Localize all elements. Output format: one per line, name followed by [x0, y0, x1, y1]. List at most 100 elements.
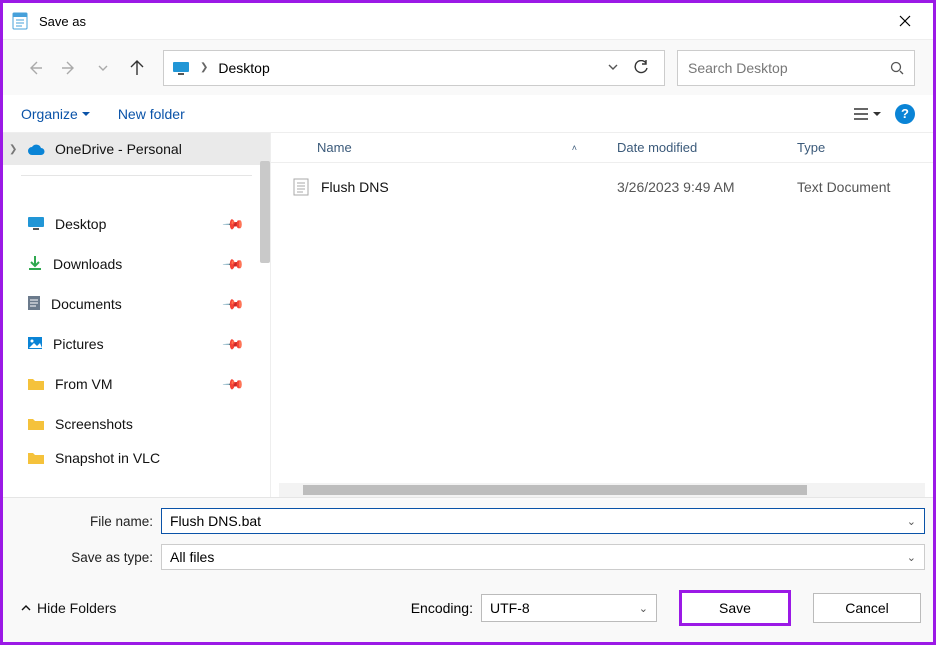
- text-file-icon: [293, 178, 309, 196]
- breadcrumb-separator-icon: ❯: [200, 62, 208, 73]
- window-title: Save as: [39, 14, 885, 29]
- search-input[interactable]: Search Desktop: [677, 50, 915, 86]
- filename-input[interactable]: Flush DNS.bat ⌄: [161, 508, 925, 534]
- sidebar-divider: [21, 175, 252, 176]
- address-dropdown-button[interactable]: [608, 59, 618, 77]
- arrow-left-icon: [27, 60, 43, 76]
- sidebar-item-documents[interactable]: Documents 📌: [3, 284, 270, 324]
- file-list: Name ˄ Date modified Type Flush DNS 3/26…: [271, 133, 933, 497]
- titlebar: Save as: [3, 3, 933, 39]
- body: ❯ OneDrive - Personal Desktop 📌 Download…: [3, 133, 933, 497]
- chevron-up-icon: [21, 603, 31, 613]
- folder-icon: [27, 451, 45, 465]
- chevron-right-icon[interactable]: ❯: [9, 144, 17, 155]
- pin-icon: 📌: [221, 252, 245, 276]
- refresh-button[interactable]: [626, 60, 656, 76]
- view-options-button[interactable]: [853, 107, 881, 121]
- sidebar-item-label: From VM: [55, 376, 113, 392]
- arrow-right-icon: [61, 60, 77, 76]
- sidebar: ❯ OneDrive - Personal Desktop 📌 Download…: [3, 133, 271, 497]
- folder-icon: [27, 377, 45, 391]
- chevron-down-icon: ⌄: [639, 602, 648, 615]
- organize-label: Organize: [21, 106, 78, 122]
- notepad-icon: [11, 12, 29, 30]
- breadcrumb-item[interactable]: Desktop: [218, 60, 269, 76]
- chevron-down-icon: [608, 62, 618, 72]
- sidebar-item-label: Snapshot in VLC: [55, 450, 160, 466]
- close-button[interactable]: [885, 6, 925, 36]
- hide-folders-label: Hide Folders: [37, 600, 116, 616]
- chevron-down-icon: [98, 63, 108, 73]
- search-placeholder: Search Desktop: [688, 60, 788, 76]
- file-name: Flush DNS: [321, 179, 389, 195]
- cancel-button[interactable]: Cancel: [813, 593, 921, 623]
- pin-icon: 📌: [221, 292, 245, 316]
- new-folder-button[interactable]: New folder: [118, 106, 185, 122]
- horizontal-scrollbar[interactable]: [279, 483, 925, 497]
- forward-button[interactable]: [55, 54, 83, 82]
- hide-folders-button[interactable]: Hide Folders: [15, 600, 116, 616]
- sidebar-item-label: Pictures: [53, 336, 104, 352]
- saveastype-value: All files: [170, 549, 214, 565]
- sort-caret-icon: ˄: [572, 143, 577, 153]
- saveastype-input[interactable]: All files ⌄: [161, 544, 925, 570]
- sidebar-item-label: Downloads: [53, 256, 122, 272]
- search-icon: [890, 61, 904, 75]
- monitor-icon: [27, 216, 45, 233]
- sidebar-item-label: OneDrive - Personal: [55, 141, 182, 157]
- pin-icon: 📌: [221, 372, 245, 396]
- sidebar-item-pictures[interactable]: Pictures 📌: [3, 324, 270, 364]
- cloud-icon: [27, 143, 45, 155]
- download-icon: [27, 255, 43, 274]
- bottom-panel: File name: Flush DNS.bat ⌄ Save as type:…: [3, 497, 933, 642]
- encoding-label: Encoding:: [411, 600, 473, 616]
- sidebar-item-snapshotvlc[interactable]: Snapshot in VLC: [3, 444, 270, 472]
- recent-locations-button[interactable]: [89, 54, 117, 82]
- toolbar: Organize New folder ?: [3, 95, 933, 133]
- pictures-icon: [27, 336, 43, 353]
- file-row[interactable]: Flush DNS 3/26/2023 9:49 AM Text Documen…: [271, 169, 933, 205]
- column-header-type[interactable]: Type: [797, 140, 933, 155]
- filename-label: File name:: [11, 514, 161, 529]
- chevron-down-icon[interactable]: ⌄: [907, 551, 916, 564]
- sidebar-item-screenshots[interactable]: Screenshots: [3, 404, 270, 444]
- sidebar-item-desktop[interactable]: Desktop 📌: [3, 204, 270, 244]
- filename-value: Flush DNS.bat: [170, 513, 261, 529]
- arrow-up-icon: [129, 60, 145, 76]
- monitor-icon: [172, 61, 190, 75]
- scrollbar-thumb[interactable]: [303, 485, 807, 495]
- sidebar-item-downloads[interactable]: Downloads 📌: [3, 244, 270, 284]
- back-button[interactable]: [21, 54, 49, 82]
- organize-button[interactable]: Organize: [21, 106, 90, 122]
- address-bar[interactable]: ❯ Desktop: [163, 50, 665, 86]
- column-header-date[interactable]: Date modified: [617, 140, 797, 155]
- sidebar-item-label: Desktop: [55, 216, 106, 232]
- sidebar-item-label: Documents: [51, 296, 122, 312]
- chevron-down-icon[interactable]: ⌄: [907, 515, 916, 528]
- pin-icon: 📌: [221, 332, 245, 356]
- sidebar-scrollbar[interactable]: [256, 133, 270, 497]
- encoding-value: UTF-8: [490, 600, 530, 616]
- caret-down-icon: [82, 110, 90, 118]
- help-button[interactable]: ?: [895, 104, 915, 124]
- folder-icon: [27, 417, 45, 431]
- encoding-select[interactable]: UTF-8 ⌄: [481, 594, 657, 622]
- up-button[interactable]: [123, 54, 151, 82]
- document-icon: [27, 295, 41, 314]
- sidebar-item-fromvm[interactable]: From VM 📌: [3, 364, 270, 404]
- save-as-dialog: Save as ❯ Desktop Search Desktop Organiz…: [0, 0, 936, 645]
- new-folder-label: New folder: [118, 106, 185, 122]
- column-header-name[interactable]: Name ˄: [317, 140, 617, 155]
- refresh-icon: [633, 60, 649, 76]
- close-icon: [899, 15, 911, 27]
- caret-down-icon: [873, 110, 881, 118]
- scrollbar-thumb[interactable]: [260, 161, 270, 263]
- column-headers: Name ˄ Date modified Type: [271, 133, 933, 163]
- pin-icon: 📌: [221, 212, 245, 236]
- file-type: Text Document: [797, 179, 890, 195]
- save-label: Save: [719, 600, 751, 616]
- list-view-icon: [853, 107, 869, 121]
- sidebar-item-onedrive[interactable]: ❯ OneDrive - Personal: [3, 133, 270, 165]
- save-button[interactable]: Save: [679, 590, 791, 626]
- nav-row: ❯ Desktop Search Desktop: [3, 39, 933, 95]
